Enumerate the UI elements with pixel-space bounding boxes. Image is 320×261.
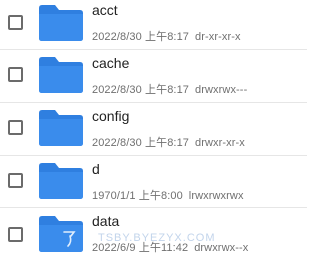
folder-icon — [37, 2, 85, 42]
file-permissions: lrwxrwxrwx — [188, 190, 244, 202]
file-name: data — [92, 213, 120, 229]
select-checkbox[interactable] — [8, 15, 23, 30]
select-checkbox[interactable] — [8, 173, 23, 188]
folder-link-icon — [37, 160, 85, 200]
file-meta: 1970/1/1 上午8:00 lrwxrwxrwx — [92, 187, 244, 203]
file-row-acct[interactable]: acct 2022/8/30 上午8:17 dr-xr-xr-x — [0, 0, 307, 53]
watermark-logo-icon — [58, 226, 82, 255]
file-date: 2022/8/30 上午8:17 — [92, 84, 190, 96]
file-row-d[interactable]: d 1970/1/1 上午8:00 lrwxrwxrwx — [0, 156, 307, 209]
file-permissions: dr-xr-xr-x — [195, 31, 241, 43]
file-meta: 2022/8/30 上午8:17 drwxrwx--- — [92, 81, 247, 97]
file-row-cache[interactable]: cache 2022/8/30 上午8:17 drwxrwx--- — [0, 50, 307, 103]
file-row-config[interactable]: config 2022/8/30 上午8:17 drwxr-xr-x — [0, 103, 307, 156]
select-checkbox[interactable] — [8, 120, 23, 135]
file-permissions: drwxrwx--- — [195, 84, 248, 96]
file-meta: 2022/8/30 上午8:17 dr-xr-xr-x — [92, 28, 241, 44]
folder-icon — [37, 54, 85, 94]
file-date: 1970/1/1 上午8:00 — [92, 190, 183, 202]
select-checkbox[interactable] — [8, 67, 23, 82]
file-date: 2022/8/30 上午8:17 — [92, 137, 190, 149]
file-date: 2022/8/30 上午8:17 — [92, 31, 190, 43]
file-name: acct — [92, 2, 118, 18]
file-permissions: drwxr-xr-x — [195, 137, 245, 149]
select-checkbox[interactable] — [8, 227, 23, 242]
folder-icon — [37, 107, 85, 147]
file-name: cache — [92, 55, 130, 71]
file-name: d — [92, 161, 100, 177]
watermark-text: TSBY.BYEZYX.COM — [98, 232, 216, 244]
file-name: config — [92, 108, 130, 124]
file-meta: 2022/8/30 上午8:17 drwxr-xr-x — [92, 134, 245, 150]
